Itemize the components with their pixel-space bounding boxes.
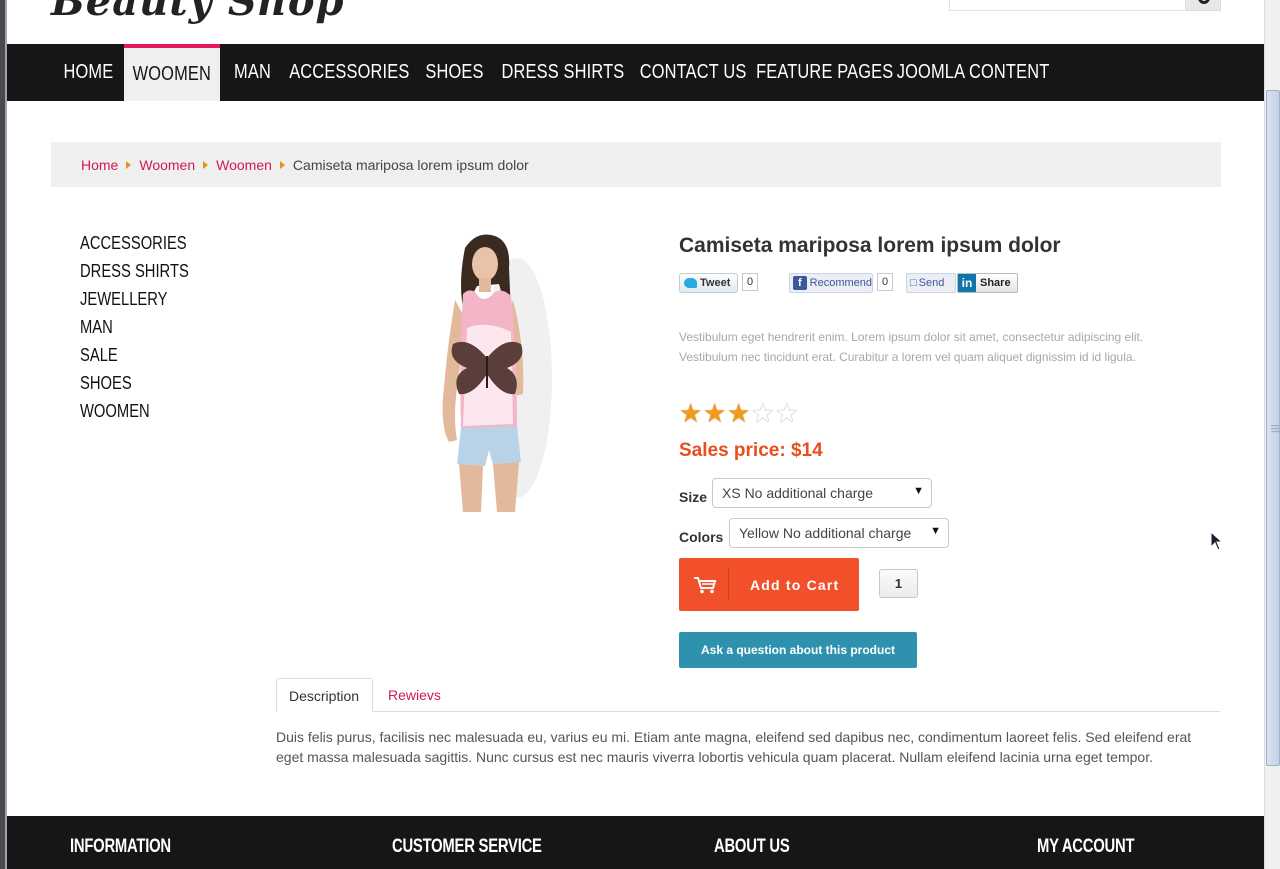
tab-description-content: Duis felis purus, facilisis nec malesuad… bbox=[276, 729, 1192, 765]
size-label: Size bbox=[679, 489, 708, 505]
sidebar-item-sale[interactable]: SALE bbox=[80, 345, 126, 366]
share-label: Share bbox=[980, 277, 1011, 289]
breadcrumb-woomen-sub[interactable]: Woomen bbox=[216, 157, 272, 173]
sidebar-item-shoes[interactable]: SHOES bbox=[80, 373, 143, 394]
quantity-input[interactable]: 1 bbox=[879, 569, 918, 598]
cart-icon bbox=[694, 577, 717, 594]
colors-select[interactable]: Yellow No additional charge ▼ bbox=[729, 518, 949, 548]
nav-item-accessories[interactable]: ACCESSORIES bbox=[288, 44, 410, 101]
twitter-icon bbox=[684, 278, 697, 288]
page: Beauty Shop HOME WOOMEN MAN ACCESSORIES … bbox=[7, 0, 1264, 869]
ask-question-button[interactable]: Ask a question about this product bbox=[679, 632, 917, 668]
breadcrumb-arrow-icon bbox=[126, 160, 132, 169]
nav-item-shoes[interactable]: SHOES bbox=[420, 44, 490, 101]
linkedin-icon: in bbox=[958, 274, 976, 292]
star-filled-icon: ★ bbox=[679, 398, 703, 428]
star-empty-icon: ★ bbox=[775, 398, 799, 428]
tab-description[interactable]: Description bbox=[276, 678, 373, 712]
search-input[interactable] bbox=[949, 0, 1186, 11]
facebook-send-button[interactable]: □ Send bbox=[906, 273, 956, 293]
star-empty-icon: ★ bbox=[751, 398, 775, 428]
breadcrumb-woomen[interactable]: Woomen bbox=[139, 157, 195, 173]
tweet-button[interactable]: Tweet bbox=[679, 273, 738, 293]
nav-item-joomla-content[interactable]: JOOMLA CONTENT bbox=[897, 44, 1049, 101]
colors-select-value: Yellow No additional charge bbox=[739, 525, 912, 541]
rating-stars: ★ ★ ★ ★ ★ bbox=[679, 400, 799, 426]
scrollbar-grip-icon: — — — bbox=[1271, 421, 1279, 436]
vertical-scrollbar[interactable]: — — — bbox=[1264, 0, 1280, 869]
nav-item-man[interactable]: MAN bbox=[223, 44, 283, 101]
tab-reviews[interactable]: Rewievs bbox=[376, 678, 453, 712]
product-title: Camiseta mariposa lorem ipsum dolor bbox=[679, 234, 1061, 257]
sales-price: Sales price: $14 bbox=[679, 440, 823, 461]
nav-item-dress-shirts[interactable]: DRESS SHIRTS bbox=[501, 44, 625, 101]
search-button[interactable] bbox=[1185, 0, 1221, 11]
main-nav: HOME WOOMEN MAN ACCESSORIES SHOES DRESS … bbox=[7, 44, 1264, 101]
sidebar-item-jewellery[interactable]: JEWELLERY bbox=[80, 289, 187, 310]
chevron-down-icon: ▼ bbox=[913, 485, 924, 497]
nav-item-contact-us[interactable]: CONTACT US bbox=[638, 44, 748, 101]
tweet-label: Tweet bbox=[700, 277, 731, 289]
speech-bubble-icon: □ bbox=[910, 277, 917, 289]
cart-divider bbox=[728, 568, 729, 601]
star-filled-icon: ★ bbox=[727, 398, 751, 428]
colors-label: Colors bbox=[679, 529, 724, 545]
footer-heading-information: INFORMATION bbox=[70, 836, 171, 857]
footer-heading-my-account: MY ACCOUNT bbox=[1037, 836, 1135, 857]
breadcrumb: Home Woomen Woomen Camiseta mariposa lor… bbox=[51, 142, 1221, 187]
breadcrumb-current: Camiseta mariposa lorem ipsum dolor bbox=[292, 156, 529, 173]
window-border bbox=[0, 0, 7, 869]
linkedin-share-button[interactable]: in Share bbox=[957, 273, 1018, 293]
product-image[interactable] bbox=[407, 228, 567, 512]
recommend-count: 0 bbox=[877, 273, 894, 291]
breadcrumb-arrow-icon bbox=[203, 160, 209, 169]
add-to-cart-label: Add to Cart bbox=[750, 577, 840, 593]
send-label: Send bbox=[918, 277, 945, 289]
sidebar-item-accessories[interactable]: ACCESSORIES bbox=[80, 233, 210, 254]
nav-item-feature-pages[interactable]: FEATURE PAGES bbox=[756, 44, 893, 101]
footer-heading-customer-service: CUSTOMER SERVICE bbox=[392, 836, 542, 857]
facebook-icon: f bbox=[793, 276, 807, 290]
breadcrumb-arrow-icon bbox=[279, 160, 285, 169]
search-icon bbox=[1198, 0, 1210, 4]
size-select[interactable]: XS No additional charge ▼ bbox=[712, 478, 932, 508]
sidebar-item-man[interactable]: MAN bbox=[80, 317, 120, 338]
scrollbar-thumb[interactable]: — — — bbox=[1266, 90, 1280, 766]
tweet-count: 0 bbox=[742, 273, 759, 291]
facebook-recommend-button[interactable]: f Recommend bbox=[789, 273, 873, 293]
sidebar-item-dress-shirts[interactable]: DRESS SHIRTS bbox=[80, 261, 213, 282]
recommend-label: Recommend bbox=[809, 277, 872, 289]
chevron-down-icon: ▼ bbox=[930, 525, 941, 537]
sidebar-item-woomen[interactable]: WOOMEN bbox=[80, 401, 165, 422]
nav-item-woomen[interactable]: WOOMEN bbox=[124, 44, 220, 101]
add-to-cart-button[interactable]: Add to Cart bbox=[679, 558, 859, 611]
size-select-value: XS No additional charge bbox=[722, 485, 873, 501]
star-filled-icon: ★ bbox=[703, 398, 727, 428]
nav-item-home[interactable]: HOME bbox=[54, 44, 123, 101]
product-short-description: Vestibulum eget hendrerit enim. Lorem ip… bbox=[679, 330, 1144, 364]
site-logo[interactable]: Beauty Shop bbox=[51, 0, 345, 25]
footer-heading-about-us: ABOUT US bbox=[714, 836, 790, 857]
breadcrumb-home[interactable]: Home bbox=[81, 157, 118, 173]
